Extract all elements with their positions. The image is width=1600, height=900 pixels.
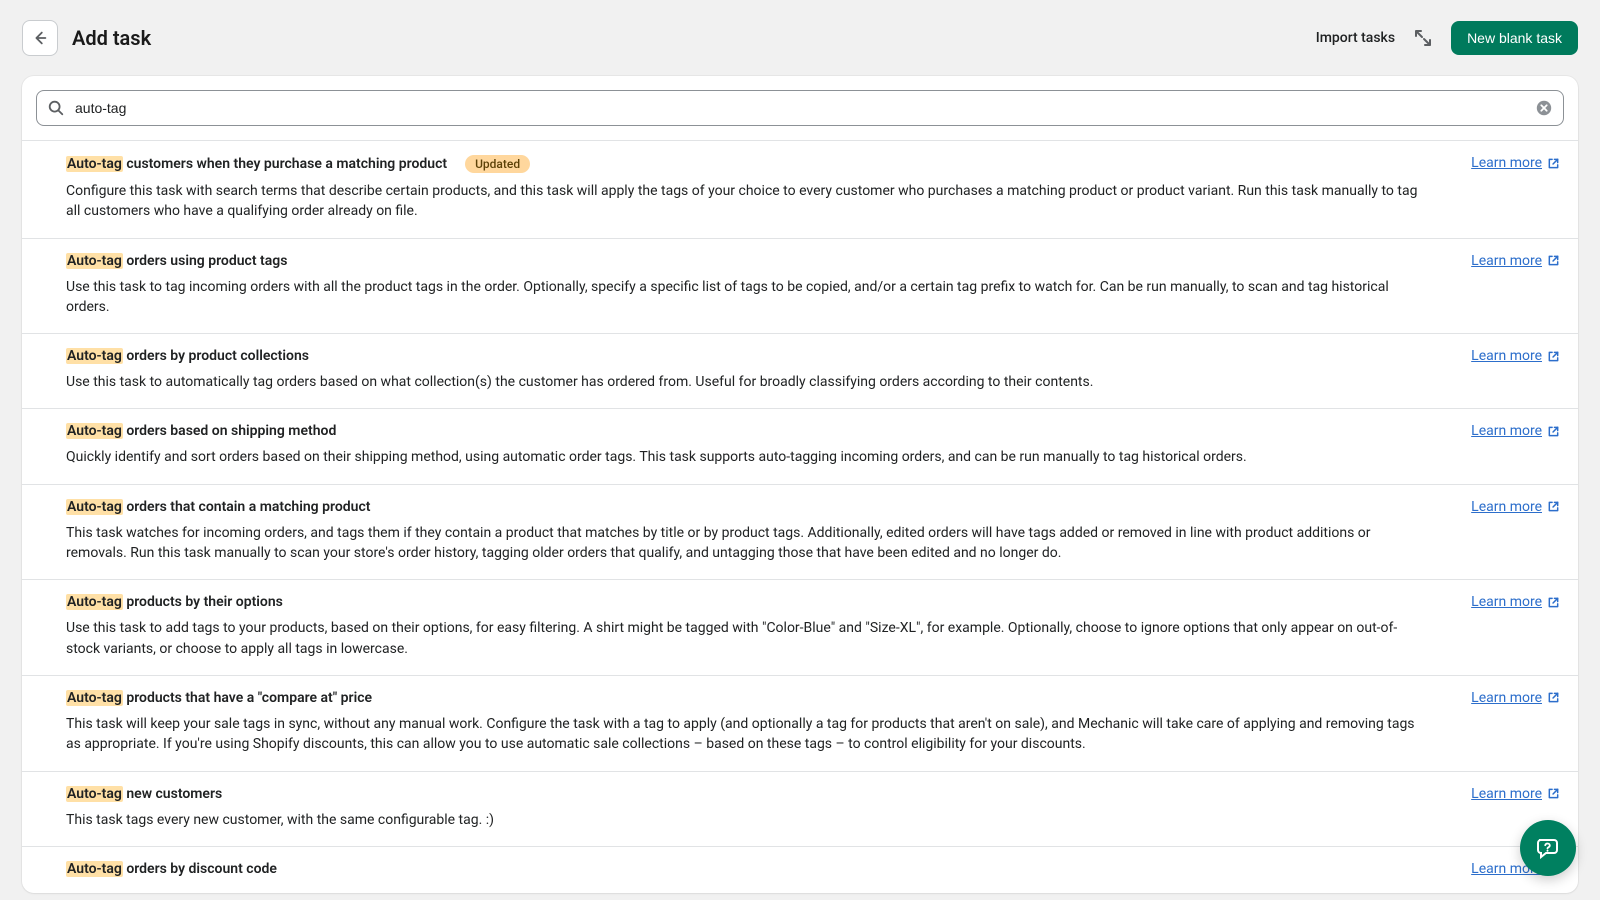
task-row[interactable]: Auto-tag orders using product tags Learn … — [22, 238, 1578, 334]
chat-widget-button[interactable] — [1520, 820, 1576, 876]
external-link-icon — [1547, 157, 1560, 170]
page-header: Add task Import tasks New blank task — [0, 0, 1600, 76]
task-head: Auto-tag orders by discount codeLearn mo… — [66, 861, 1560, 877]
learn-more-link[interactable]: Learn more — [1471, 155, 1560, 171]
task-description: Use this task to automatically tag order… — [66, 372, 1426, 392]
task-description: Configure this task with search terms th… — [66, 181, 1426, 222]
import-tasks-link[interactable]: Import tasks — [1316, 30, 1395, 46]
external-link-icon — [1547, 350, 1560, 363]
task-title-rest: orders using product tags — [123, 253, 288, 269]
task-head: Auto-tag orders using product tags Learn … — [66, 253, 1560, 269]
search-wrap — [22, 76, 1578, 140]
task-title-rest: orders based on shipping method — [123, 423, 336, 439]
learn-more-link[interactable]: Learn more — [1471, 423, 1560, 439]
task-head: Auto-tag new customers Learn more — [66, 786, 1560, 802]
search-icon — [47, 99, 65, 117]
search-highlight: Auto-tag — [66, 594, 123, 610]
task-row[interactable]: Auto-tag new customers Learn more This tas… — [22, 771, 1578, 846]
external-link-icon — [1547, 500, 1560, 513]
task-row[interactable]: Auto-tag orders by product collections Le… — [22, 333, 1578, 408]
back-button[interactable] — [22, 20, 58, 56]
search-highlight: Auto-tag — [66, 156, 123, 172]
task-list: Auto-tag customers when they purchase a … — [22, 140, 1578, 893]
external-link-icon — [1547, 254, 1560, 267]
external-link-icon — [1547, 425, 1560, 438]
search-highlight: Auto-tag — [66, 499, 123, 515]
task-head: Auto-tag orders by product collections Le… — [66, 348, 1560, 364]
learn-more-label: Learn more — [1471, 423, 1542, 439]
header-right: Import tasks New blank task — [1316, 21, 1578, 55]
task-title: Auto-tag orders by discount code — [66, 861, 277, 877]
task-description: Use this task to tag incoming orders wit… — [66, 277, 1426, 318]
new-blank-task-button[interactable]: New blank task — [1451, 21, 1578, 55]
task-title-rest: orders by discount code — [123, 861, 277, 877]
search-field[interactable] — [36, 90, 1564, 126]
task-description: Use this task to add tags to your produc… — [66, 618, 1426, 659]
task-row[interactable]: Auto-tag products by their options Learn … — [22, 579, 1578, 675]
search-highlight: Auto-tag — [66, 348, 123, 364]
task-title: Auto-tag new customers — [66, 786, 222, 802]
task-title: Auto-tag orders that contain a matching … — [66, 499, 370, 515]
search-highlight: Auto-tag — [66, 786, 123, 802]
task-title: Auto-tag orders by product collections — [66, 348, 309, 364]
learn-more-link[interactable]: Learn more — [1471, 499, 1560, 515]
learn-more-link[interactable]: Learn more — [1471, 786, 1560, 802]
updated-badge: Updated — [465, 155, 530, 173]
page-title: Add task — [72, 26, 151, 50]
learn-more-label: Learn more — [1471, 155, 1542, 171]
learn-more-link[interactable]: Learn more — [1471, 690, 1560, 706]
clear-search-button[interactable] — [1535, 99, 1553, 117]
expand-icon — [1413, 28, 1433, 48]
external-link-icon — [1547, 691, 1560, 704]
search-highlight: Auto-tag — [66, 861, 123, 877]
task-head: Auto-tag orders that contain a matching … — [66, 499, 1560, 515]
task-description: This task watches for incoming orders, a… — [66, 523, 1426, 564]
task-title-rest: new customers — [123, 786, 222, 802]
task-row[interactable]: Auto-tag orders that contain a matching … — [22, 484, 1578, 580]
task-description: This task tags every new customer, with … — [66, 810, 1426, 830]
task-title-rest: products that have a "compare at" price — [123, 690, 372, 706]
task-title: Auto-tag products that have a "compare a… — [66, 690, 372, 706]
fullscreen-button[interactable] — [1413, 28, 1433, 48]
learn-more-label: Learn more — [1471, 690, 1542, 706]
task-head: Auto-tag products by their options Learn … — [66, 594, 1560, 610]
task-row[interactable]: Auto-tag products that have a "compare a… — [22, 675, 1578, 771]
learn-more-label: Learn more — [1471, 499, 1542, 515]
task-head: Auto-tag orders based on shipping method… — [66, 423, 1560, 439]
external-link-icon — [1547, 787, 1560, 800]
task-title: Auto-tag customers when they purchase a … — [66, 155, 530, 173]
header-left: Add task — [22, 20, 151, 56]
task-title-rest: orders that contain a matching product — [123, 499, 371, 515]
task-title: Auto-tag products by their options — [66, 594, 283, 610]
task-row[interactable]: Auto-tag orders based on shipping method… — [22, 408, 1578, 483]
learn-more-link[interactable]: Learn more — [1471, 253, 1560, 269]
learn-more-label: Learn more — [1471, 786, 1542, 802]
external-link-icon — [1547, 596, 1560, 609]
task-row[interactable]: Auto-tag customers when they purchase a … — [22, 140, 1578, 238]
task-title: Auto-tag orders using product tags — [66, 253, 287, 269]
arrow-left-icon — [31, 29, 49, 47]
task-head: Auto-tag customers when they purchase a … — [66, 155, 1560, 173]
search-highlight: Auto-tag — [66, 253, 123, 269]
learn-more-label: Learn more — [1471, 348, 1542, 364]
learn-more-link[interactable]: Learn more — [1471, 348, 1560, 364]
close-circle-icon — [1535, 99, 1553, 117]
task-title-rest: customers when they purchase a matching … — [123, 156, 447, 172]
task-description: Quickly identify and sort orders based o… — [66, 447, 1426, 467]
learn-more-label: Learn more — [1471, 253, 1542, 269]
task-title-rest: products by their options — [123, 594, 283, 610]
task-title: Auto-tag orders based on shipping method — [66, 423, 336, 439]
task-title-rest: orders by product collections — [123, 348, 309, 364]
search-highlight: Auto-tag — [66, 423, 123, 439]
task-description: This task will keep your sale tags in sy… — [66, 714, 1426, 755]
learn-more-label: Learn more — [1471, 594, 1542, 610]
search-highlight: Auto-tag — [66, 690, 123, 706]
chat-help-icon — [1534, 834, 1562, 862]
task-library-card: Auto-tag customers when they purchase a … — [22, 76, 1578, 893]
task-row[interactable]: Auto-tag orders by discount codeLearn mo… — [22, 846, 1578, 893]
search-input[interactable] — [75, 100, 1525, 116]
task-head: Auto-tag products that have a "compare a… — [66, 690, 1560, 706]
learn-more-link[interactable]: Learn more — [1471, 594, 1560, 610]
